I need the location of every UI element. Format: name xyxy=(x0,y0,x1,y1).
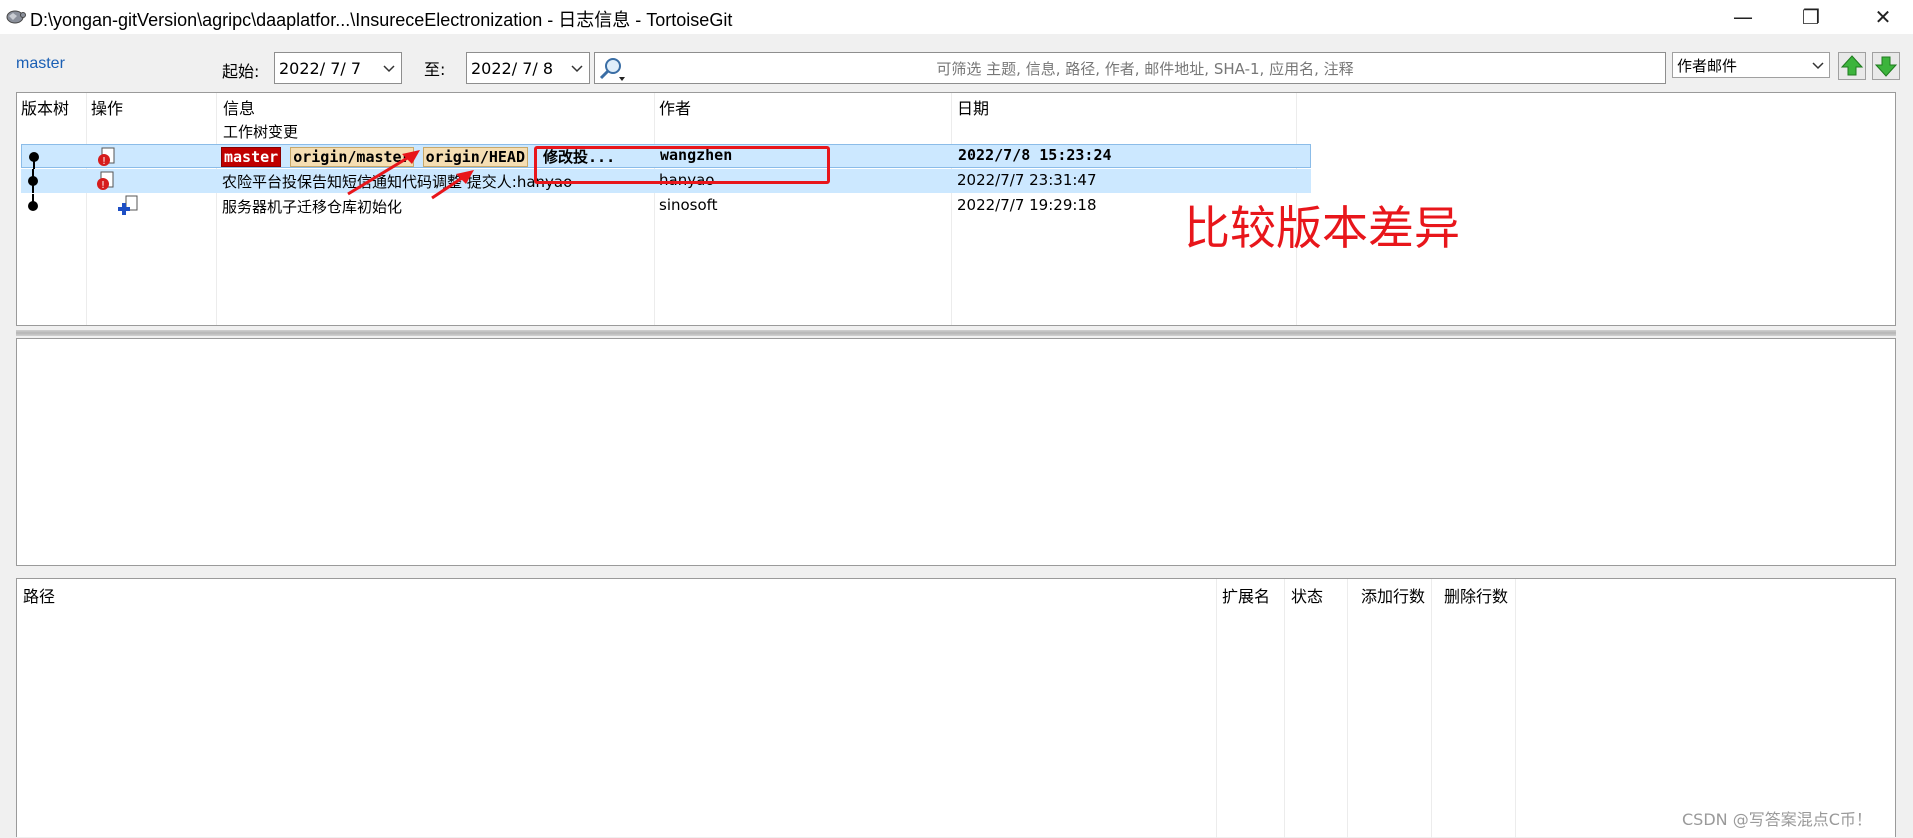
from-date-value: 2022/ 7/ 7 xyxy=(279,58,362,78)
changed-files-list[interactable]: 路径 扩展名 状态 添加行数 删除行数 xyxy=(16,578,1896,838)
chevron-down-icon[interactable] xyxy=(1811,57,1825,73)
commit-message-pane[interactable] xyxy=(16,338,1896,566)
working-tree-label: 工作树变更 xyxy=(223,123,299,141)
column-header-date[interactable]: 日期 xyxy=(957,95,989,119)
filter-field-select[interactable]: 作者邮件 xyxy=(1672,52,1830,78)
watermark: CSDN @写答案混点C币！ xyxy=(1682,810,1872,829)
modified-file-icon: ! xyxy=(97,171,114,191)
from-date-picker[interactable]: 2022/ 7/ 7 xyxy=(274,52,402,84)
arrow-down-icon xyxy=(1874,56,1898,77)
graph-node-icon xyxy=(28,169,38,193)
column-header-author[interactable]: 作者 xyxy=(659,95,691,119)
added-file-icon xyxy=(118,195,138,215)
minimize-button[interactable]: — xyxy=(1714,0,1772,34)
log-list[interactable]: 版本树 操作 信息 作者 日期 工作树变更 ! master origin/ma… xyxy=(16,92,1896,326)
arrow-up-icon xyxy=(1840,55,1864,76)
table-row[interactable]: 服务器机子迁移仓库初始化 sinosoft 2022/7/7 19:29:18 xyxy=(21,194,1311,218)
column-header-status[interactable]: 状态 xyxy=(1291,583,1323,607)
from-date-label: 起始: xyxy=(222,62,260,81)
to-date-picker[interactable]: 2022/ 7/ 8 xyxy=(466,52,590,84)
column-header-actions[interactable]: 操作 xyxy=(91,95,123,119)
commit-author: sinosoft xyxy=(659,196,718,214)
commit-date: 2022/7/7 23:31:47 xyxy=(957,171,1097,189)
pane-splitter[interactable] xyxy=(16,330,1896,336)
column-divider xyxy=(1347,579,1348,838)
graph-node-icon xyxy=(29,152,39,169)
nav-down-button[interactable] xyxy=(1872,52,1900,80)
svg-text:!: ! xyxy=(102,156,106,167)
nav-up-button[interactable] xyxy=(1838,52,1866,80)
branch-tag-master[interactable]: master xyxy=(221,147,282,167)
column-header-graph[interactable]: 版本树 xyxy=(21,95,69,119)
annotation-text: 比较版本差异 xyxy=(1184,201,1460,255)
search-input[interactable] xyxy=(631,55,1659,83)
filter-search-box[interactable] xyxy=(594,52,1666,84)
column-header-message[interactable]: 信息 xyxy=(223,95,255,119)
annotation-arrows-icon xyxy=(347,150,474,200)
to-date-label: 至: xyxy=(424,60,446,79)
search-icon[interactable] xyxy=(597,55,627,83)
commit-date: 2022/7/8 15:23:24 xyxy=(958,146,1112,164)
chevron-down-icon[interactable] xyxy=(381,59,397,77)
column-divider xyxy=(1284,579,1285,838)
annotation-highlight-box xyxy=(534,146,830,184)
maximize-button[interactable]: ❐ xyxy=(1782,0,1840,34)
modified-file-icon: ! xyxy=(98,147,115,167)
column-divider xyxy=(1216,579,1217,838)
current-branch-link[interactable]: master xyxy=(16,55,65,73)
close-button[interactable]: ✕ xyxy=(1854,0,1912,34)
column-header-extension[interactable]: 扩展名 xyxy=(1222,583,1270,607)
title-bar: D:\yongan-gitVersion\agripc\daaplatfor..… xyxy=(0,0,1913,34)
chevron-down-icon[interactable] xyxy=(569,59,585,77)
commit-date: 2022/7/7 19:29:18 xyxy=(957,196,1097,214)
column-divider xyxy=(1515,579,1516,838)
to-date-value: 2022/ 7/ 8 xyxy=(471,58,554,78)
column-header-lines-added[interactable]: 添加行数 xyxy=(1361,583,1425,607)
filter-field-value: 作者邮件 xyxy=(1677,56,1738,75)
svg-text:!: ! xyxy=(101,180,105,191)
column-header-lines-deleted[interactable]: 删除行数 xyxy=(1444,583,1508,607)
tortoisegit-app-icon xyxy=(6,10,26,24)
window-title: D:\yongan-gitVersion\agripc\daaplatfor..… xyxy=(30,10,733,30)
graph-node-icon xyxy=(28,194,38,211)
column-divider xyxy=(1431,579,1432,838)
working-tree-row[interactable]: 工作树变更 xyxy=(21,119,1311,143)
column-header-path[interactable]: 路径 xyxy=(23,583,55,607)
